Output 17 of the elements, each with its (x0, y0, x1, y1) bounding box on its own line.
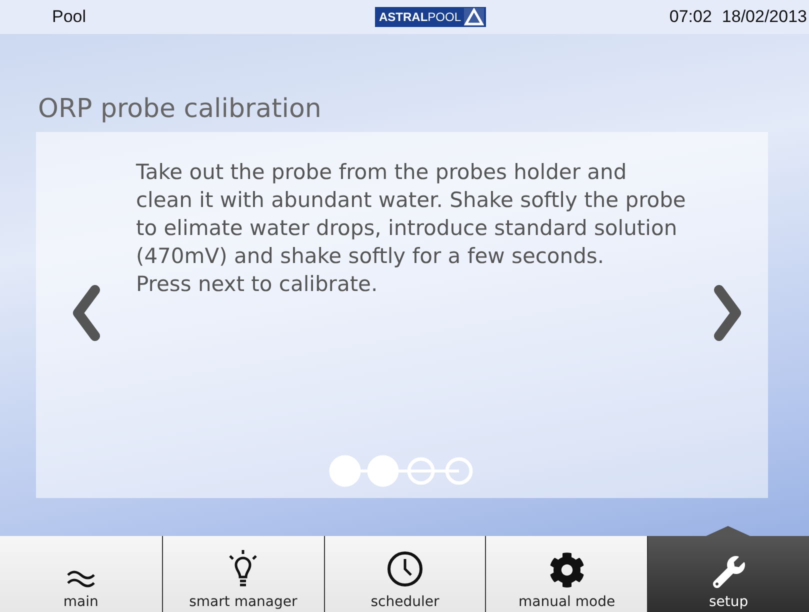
clock-time: 07:02 (669, 7, 712, 27)
gear-icon (548, 552, 585, 588)
wrench-icon (712, 556, 745, 588)
brand-logo: ASTRALPOOL (374, 7, 486, 27)
nav-tab[interactable]: setup (647, 536, 809, 612)
instruction-text: Press next to calibrate. (136, 271, 379, 298)
date-text: 18/02/2013 (722, 7, 807, 27)
instruction-text: Take out the probe from the probes holder and clean it with abundant water. Shake softly the probe to elimate water drops, introduce standard solution (470mV) and shake softly for a few seconds. (136, 159, 687, 270)
clock-icon (386, 550, 424, 588)
nav-tab[interactable]: manual mode (485, 536, 648, 612)
waves-icon (66, 568, 96, 588)
selected-tab-pointer (706, 526, 750, 536)
nav-tab[interactable]: main (0, 536, 162, 612)
nav-tab[interactable]: scheduler (324, 536, 486, 612)
nav-tab[interactable]: smart manager (162, 536, 324, 612)
page-title: ORP probe calibration (38, 94, 322, 124)
pool-title: Pool (52, 7, 88, 27)
